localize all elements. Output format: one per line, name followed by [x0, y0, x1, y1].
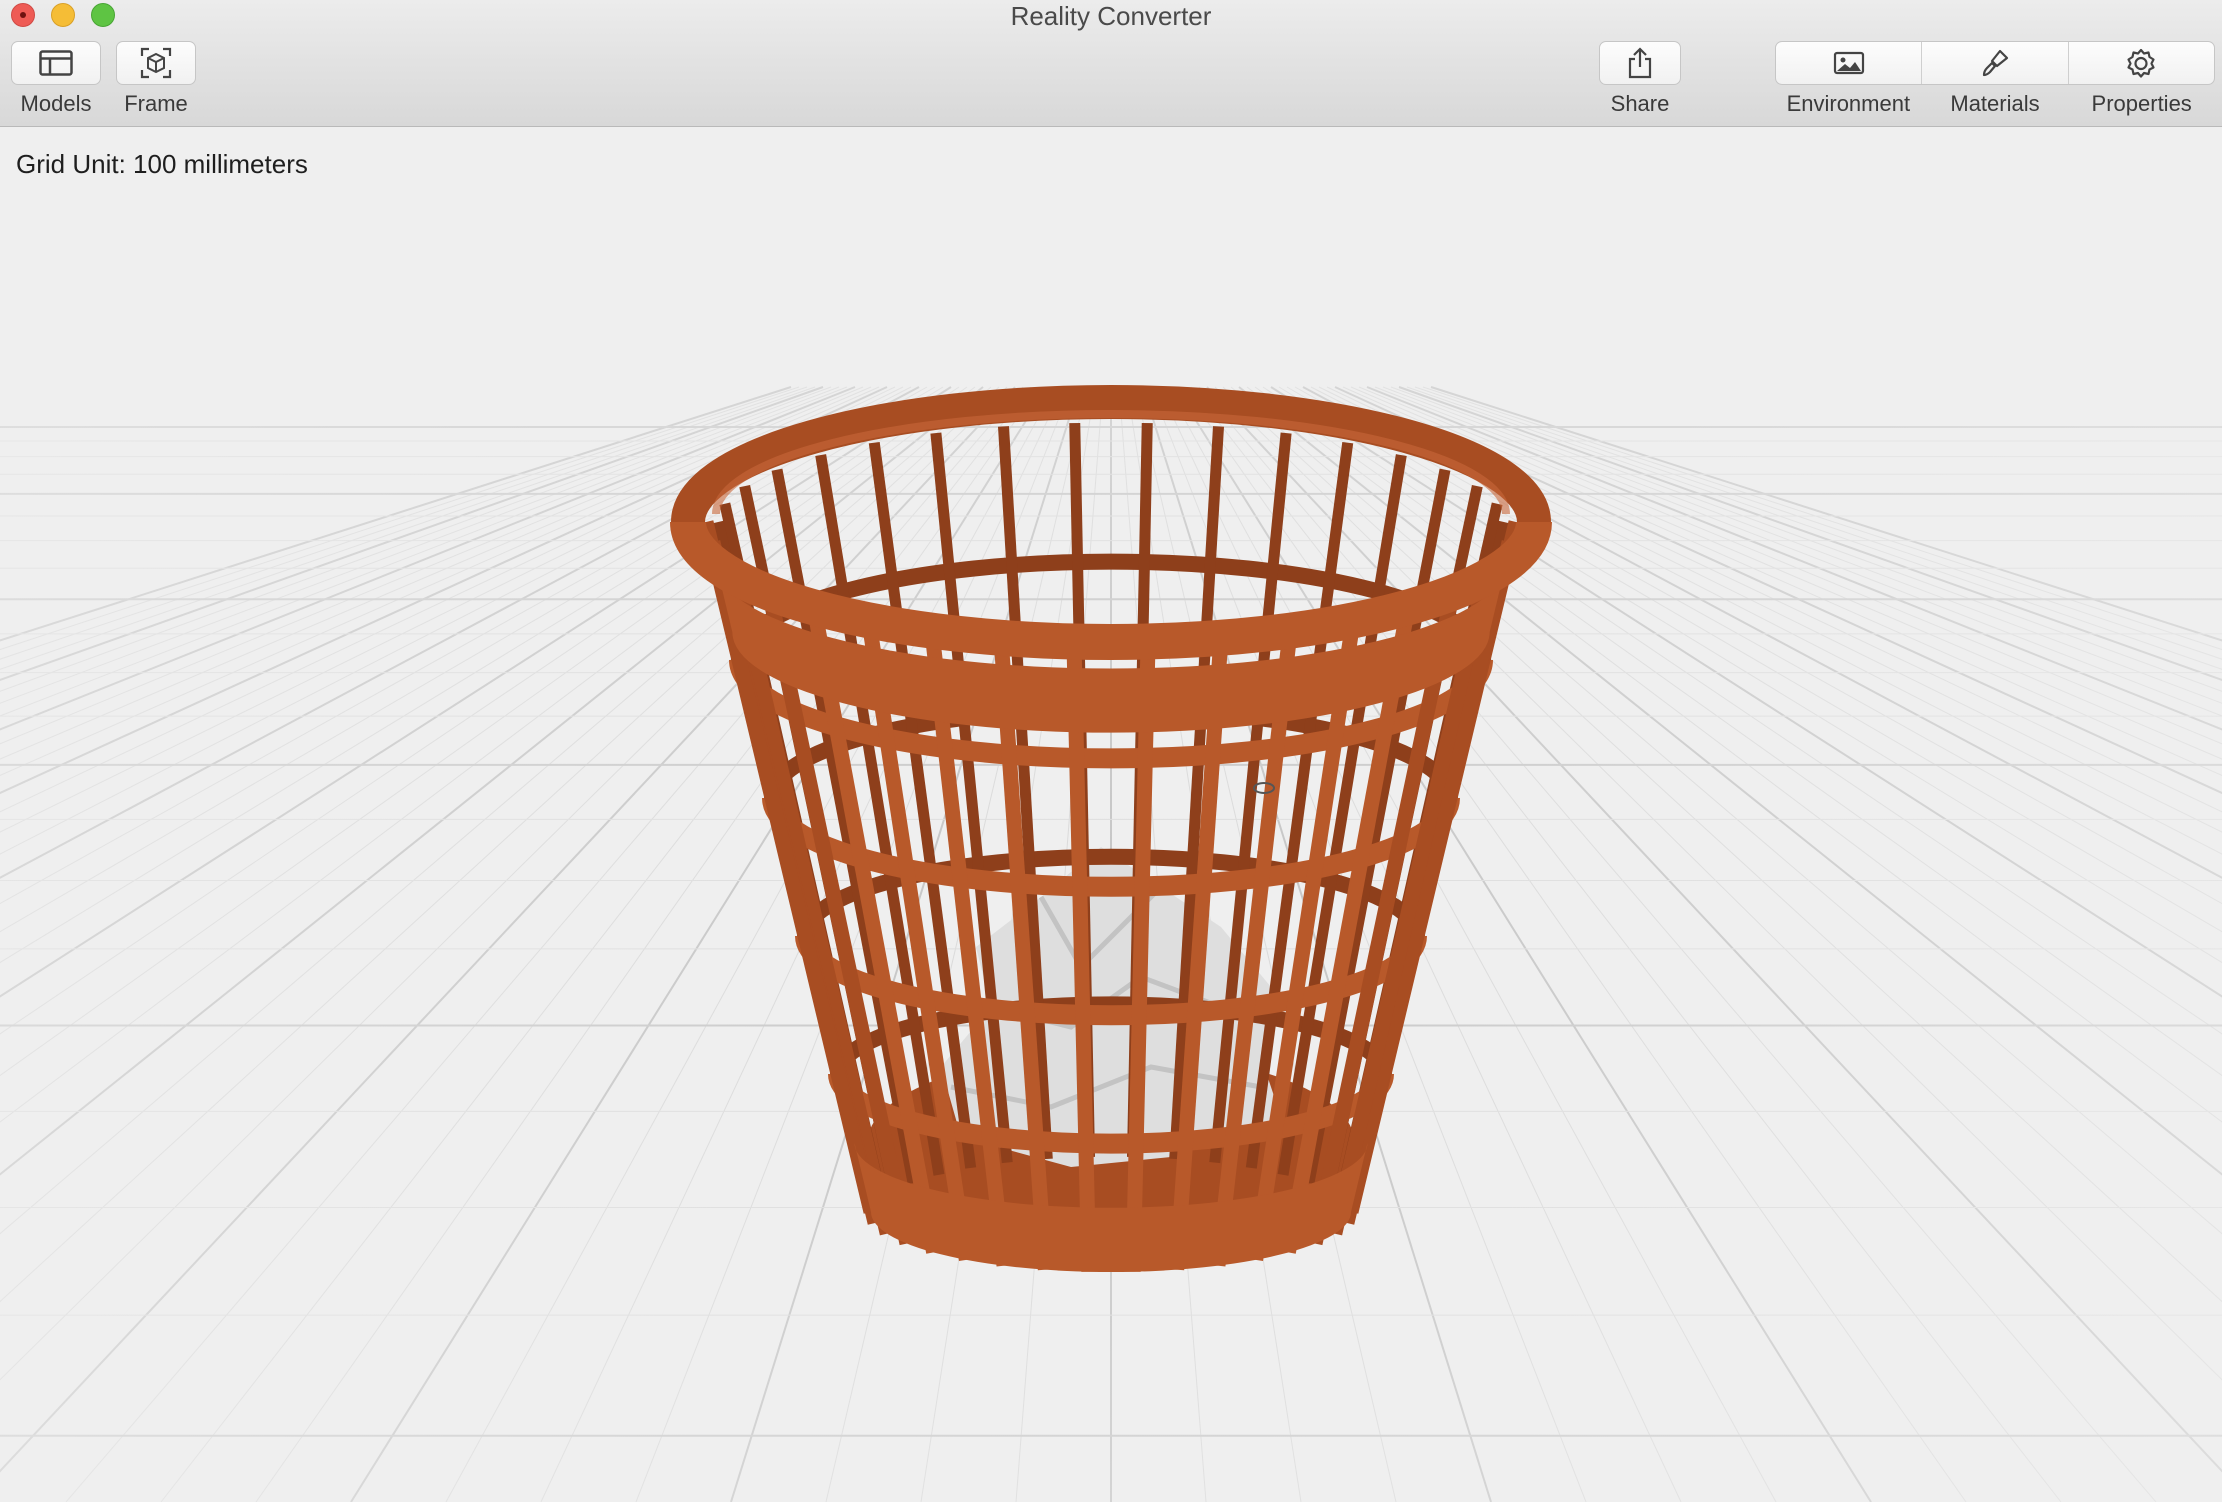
- paintbrush-icon: [1982, 49, 2009, 77]
- frame-label: Frame: [124, 91, 188, 116]
- frame-button[interactable]: [116, 41, 196, 85]
- materials-button[interactable]: [1922, 42, 2069, 84]
- toolbar: Reality Converter Models Frame Share Env…: [0, 0, 2222, 127]
- share-label: Share: [1610, 91, 1670, 116]
- grid-unit-label: Grid Unit: 100 millimeters: [16, 149, 308, 179]
- frame-cube-icon: [140, 47, 172, 79]
- 3d-viewport[interactable]: Grid Unit: 100 millimeters: [0, 127, 2222, 1502]
- reality-converter-window: Reality Converter Models Frame Share Env…: [0, 0, 2222, 1502]
- properties-button[interactable]: [2069, 42, 2214, 84]
- gear-icon: [2127, 48, 2155, 78]
- share-tool: Share: [1599, 41, 1681, 117]
- models-button[interactable]: [11, 41, 101, 85]
- models-label: Models: [20, 91, 92, 116]
- environment-label: Environment: [1786, 91, 1911, 116]
- materials-label: Materials: [1950, 91, 2040, 116]
- models-tool: Models: [11, 41, 101, 117]
- inspector-labels: Environment Materials Properties: [1775, 91, 2215, 117]
- frame-tool: Frame: [116, 41, 196, 117]
- scene-canvas[interactable]: [0, 127, 2222, 1502]
- share-button[interactable]: [1599, 41, 1681, 85]
- inspector-segmented-control: [1775, 41, 2215, 85]
- environment-button[interactable]: [1776, 42, 1923, 84]
- properties-label: Properties: [2091, 91, 2192, 116]
- sidebar-icon: [39, 50, 73, 76]
- photo-icon: [1833, 51, 1864, 75]
- share-icon: [1628, 47, 1652, 79]
- window-title: Reality Converter: [1010, 1, 1212, 31]
